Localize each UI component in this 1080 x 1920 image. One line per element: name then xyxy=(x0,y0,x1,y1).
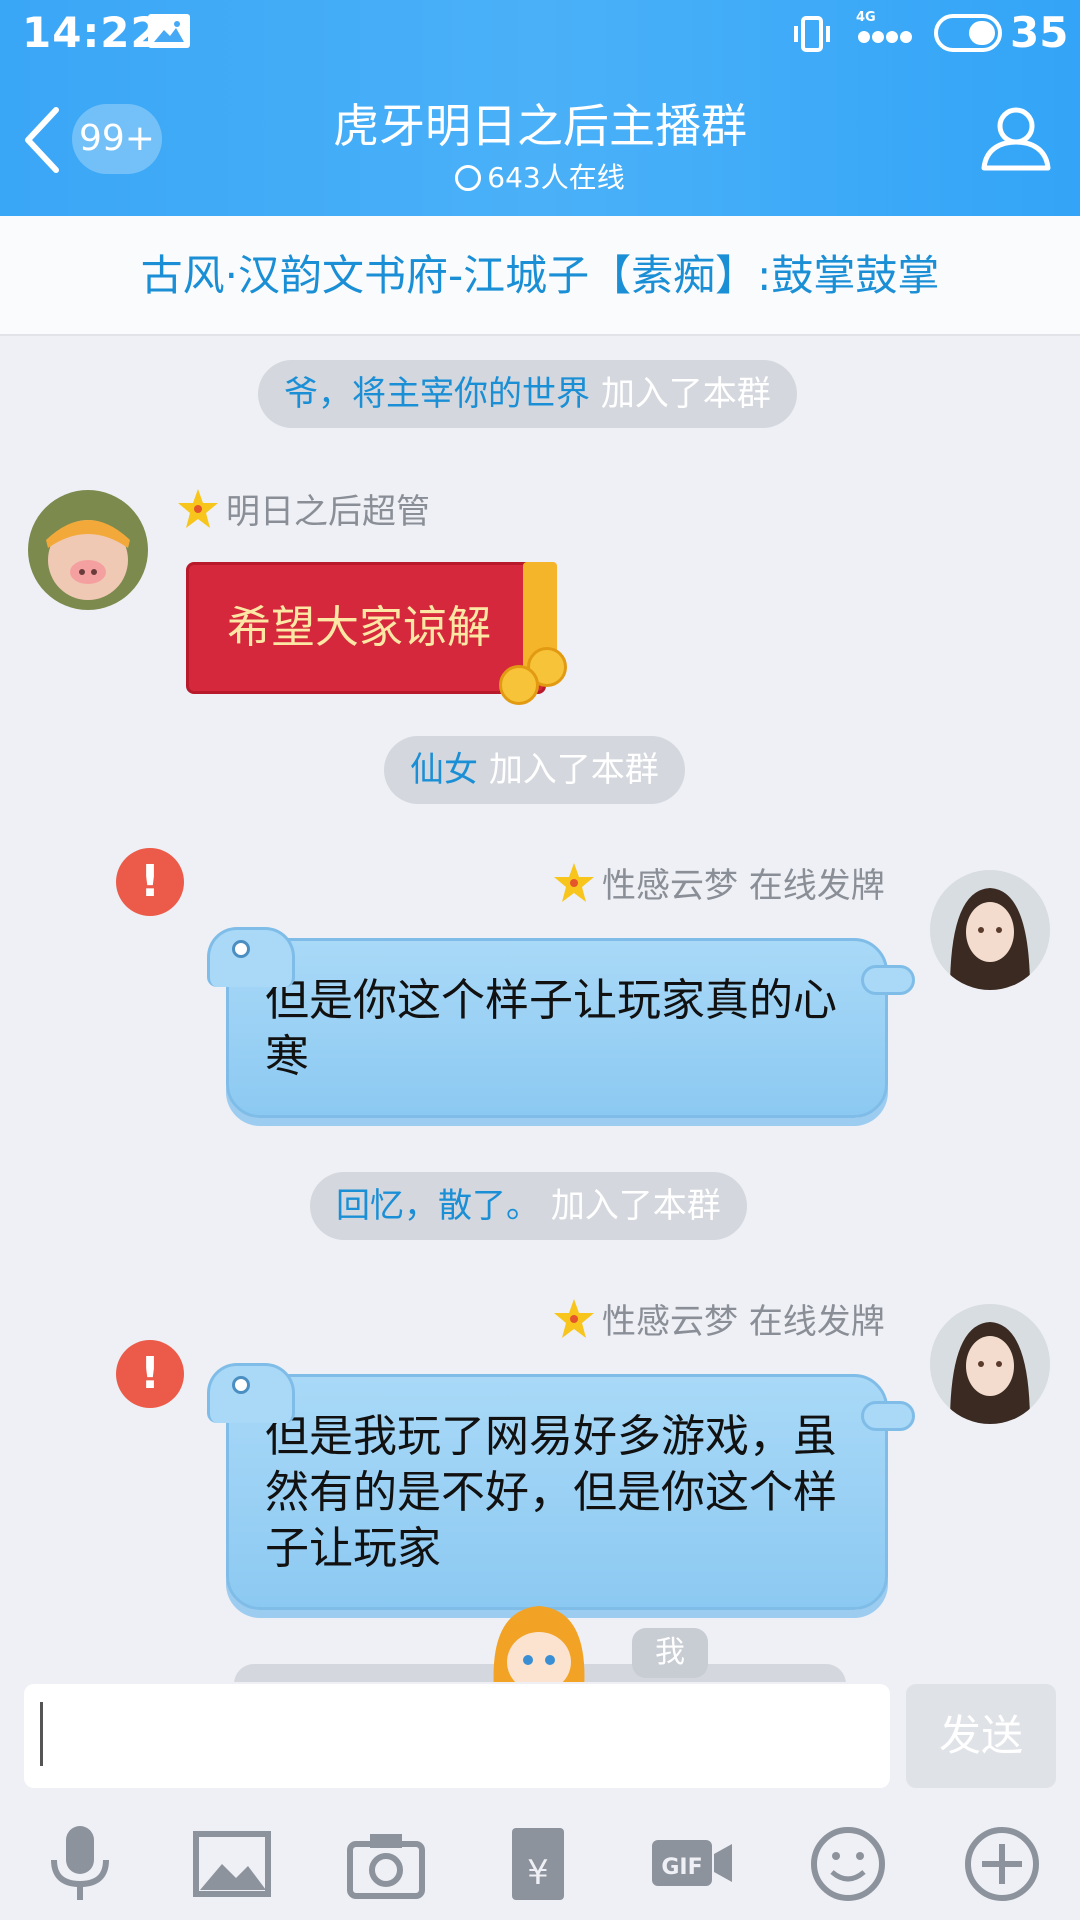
avatar[interactable] xyxy=(930,870,1050,990)
group-members-button[interactable] xyxy=(976,102,1054,174)
bubble-decoration xyxy=(861,1401,915,1431)
image-icon[interactable] xyxy=(190,1824,274,1904)
coin-icon xyxy=(499,665,539,705)
plus-icon[interactable] xyxy=(960,1824,1044,1904)
network-type: 4G xyxy=(856,10,876,25)
star-icon xyxy=(554,863,594,902)
message-text: 但是你这个样子让玩家真的心寒 xyxy=(265,975,837,1082)
bubble-decoration xyxy=(207,1363,295,1423)
joined-user[interactable]: 爷，将主宰你的世界 xyxy=(284,374,590,414)
avatar[interactable] xyxy=(28,490,148,610)
red-packet-text: 希望大家谅解 xyxy=(227,602,491,653)
joined-user[interactable]: 仙女 xyxy=(410,750,478,790)
star-icon xyxy=(554,1299,594,1338)
sender-label: 性感云梦 在线发牌 xyxy=(602,1302,885,1342)
sender-label: 性感云梦 在线发牌 xyxy=(602,866,885,906)
sender-name: 性感云梦 在线发牌 xyxy=(552,1294,885,1343)
my-avatar[interactable] xyxy=(484,1600,594,1682)
svg-text:GIF: GIF xyxy=(661,1855,702,1880)
input-toolbar: ¥ GIF xyxy=(0,1800,1080,1920)
person-icon xyxy=(981,107,1051,171)
avatar[interactable] xyxy=(930,1304,1050,1424)
battery-toggle-icon xyxy=(934,14,1002,52)
star-icon xyxy=(178,489,218,528)
sender-name: 性感云梦 在线发牌 xyxy=(552,858,885,907)
send-failed-icon[interactable]: ! xyxy=(116,848,184,916)
send-button[interactable]: 发送 xyxy=(906,1684,1056,1788)
system-message: 仙女 加入了本群 xyxy=(384,736,685,804)
send-failed-icon[interactable]: ! xyxy=(116,1340,184,1408)
microphone-icon[interactable] xyxy=(38,1824,122,1904)
text-cursor xyxy=(40,1702,43,1766)
system-message: 爷，将主宰你的世界 加入了本群 xyxy=(258,360,797,428)
status-time: 14:22 xyxy=(22,8,161,57)
top-bar: 14:22 4G 35 99+ 虎牙明日之后主播群 643人在线 xyxy=(0,0,1080,216)
sender-label: 明日之后超管 xyxy=(226,492,430,532)
message-bubble[interactable]: 但是你这个样子让玩家真的心寒 xyxy=(207,927,915,1118)
online-status-icon xyxy=(455,165,482,191)
red-packet-message[interactable]: 希望大家谅解 xyxy=(186,562,567,705)
bubble-decoration xyxy=(207,927,295,987)
signal-icon: 4G xyxy=(856,10,924,56)
chat-messages[interactable]: 爷，将主宰你的世界 加入了本群 明日之后超管 希望大家谅解 仙女 加入了本群 性… xyxy=(0,338,1080,1682)
group-announcement[interactable]: 古风·汉韵文书府-江城子【素痴】:鼓掌鼓掌 xyxy=(0,216,1080,336)
system-action: 加入了本群 xyxy=(488,750,659,790)
camera-icon[interactable] xyxy=(344,1824,428,1904)
message-bubble[interactable]: 但是我玩了网易好多游戏，虽然有的是不好，但是你这个样子让玩家 xyxy=(207,1363,915,1610)
joined-user[interactable]: 回忆，散了。 xyxy=(336,1186,540,1226)
bubble-decoration xyxy=(861,965,915,995)
message-text: 但是我玩了网易好多游戏，虽然有的是不好，但是你这个样子让玩家 xyxy=(265,1411,837,1574)
group-title: 虎牙明日之后主播群 xyxy=(333,99,747,153)
me-tag: 我 xyxy=(632,1628,708,1678)
online-count: 643人在线 xyxy=(0,156,1080,196)
battery-level: 35 xyxy=(1010,8,1069,57)
svg-text:¥: ¥ xyxy=(527,1853,549,1893)
message-input[interactable] xyxy=(24,1684,890,1788)
system-message: 回忆，散了。 加入了本群 xyxy=(310,1172,747,1240)
gif-icon[interactable]: GIF xyxy=(650,1824,734,1904)
emoji-icon[interactable] xyxy=(806,1824,890,1904)
input-row: 发送 xyxy=(0,1682,1080,1800)
vibrate-icon xyxy=(792,14,832,54)
status-bar: 14:22 4G 35 xyxy=(0,0,1080,70)
photo-notification-icon xyxy=(148,14,190,48)
red-envelope-icon[interactable]: ¥ xyxy=(496,1824,580,1904)
sender-name: 明日之后超管 xyxy=(176,484,430,533)
system-action: 加入了本群 xyxy=(550,1186,721,1226)
online-count-text: 643人在线 xyxy=(487,161,625,194)
system-action: 加入了本群 xyxy=(600,374,771,414)
